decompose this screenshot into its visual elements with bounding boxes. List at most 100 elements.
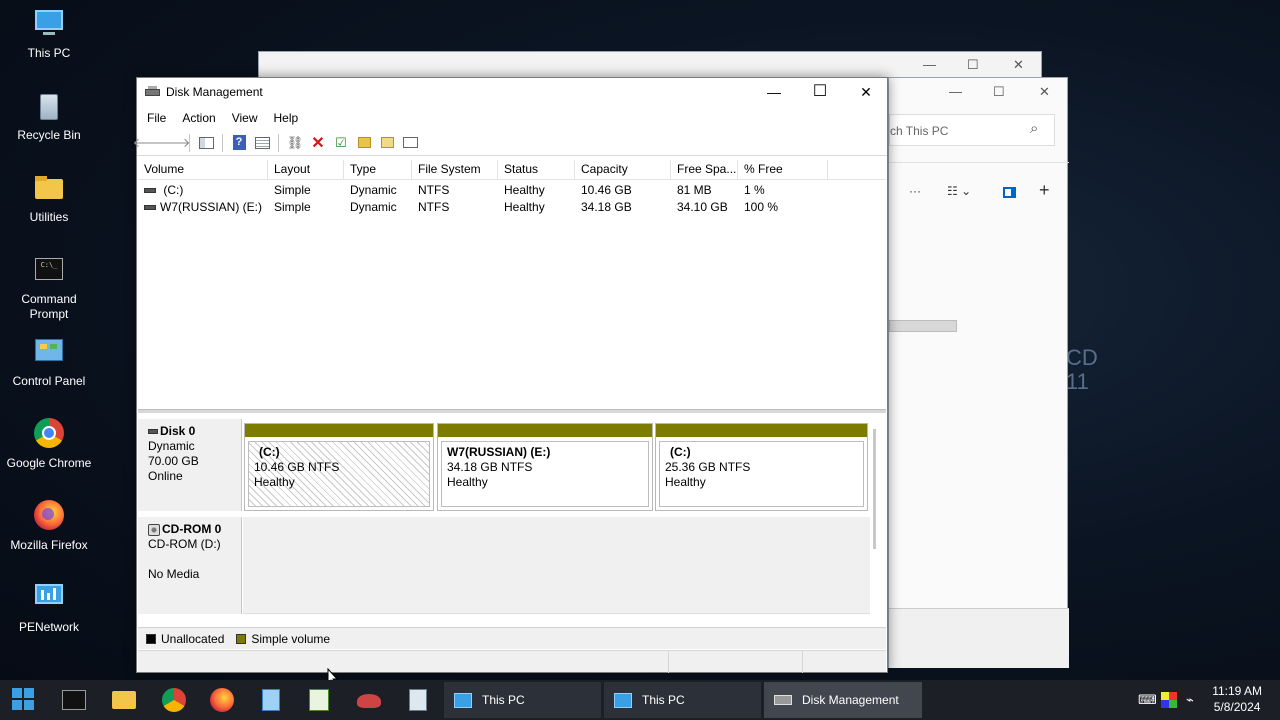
settings-list-icon[interactable]: [401, 134, 419, 152]
maximize-icon[interactable]: ☐: [967, 57, 979, 73]
search-folder-icon[interactable]: [378, 134, 396, 152]
desktop-icon-label: This PC: [27, 46, 71, 60]
menu-view[interactable]: View: [224, 111, 266, 125]
properties-icon[interactable]: [253, 134, 271, 152]
check-icon[interactable]: ☑: [332, 134, 350, 152]
task-label: This PC: [642, 693, 685, 707]
firefox-icon: [32, 500, 66, 534]
taskbar-task-disk-management[interactable]: Disk Management: [764, 682, 922, 718]
wallpaper-text-line2: 11: [1066, 369, 1089, 394]
close-button[interactable]: ✕: [843, 78, 889, 106]
more-options-icon[interactable]: ···: [909, 184, 921, 198]
cdrom-drive: CD-ROM (D:): [148, 537, 221, 551]
desktop-icon-this-pc[interactable]: This PC: [4, 8, 94, 61]
menu-file[interactable]: File: [139, 111, 174, 125]
new-tab-icon[interactable]: +: [1039, 180, 1050, 201]
window-title: Disk Management: [166, 85, 263, 99]
column-percent-free[interactable]: % Free: [738, 160, 828, 180]
disk-0-label[interactable]: Disk 0 Dynamic 70.00 GB Online: [138, 419, 242, 511]
clock-date: 5/8/2024: [1213, 700, 1261, 714]
connect-drive-icon[interactable]: ⛓: [286, 134, 304, 152]
volume-icon: [144, 188, 156, 194]
partition-status: Healthy: [254, 475, 295, 489]
help-icon[interactable]: ?: [230, 134, 248, 152]
search-icon: ⌕: [1030, 120, 1039, 137]
details-pane-icon[interactable]: [1003, 187, 1016, 198]
folder-icon: [112, 691, 136, 709]
search-box[interactable]: ch This PC ⌕: [889, 114, 1055, 146]
taskbar-command-prompt[interactable]: [60, 686, 88, 714]
volume-row[interactable]: W7(RUSSIAN) (E:) Simple Dynamic NTFS Hea…: [138, 199, 886, 216]
desktop-icon-command-prompt[interactable]: C:\_ Command Prompt: [4, 254, 94, 322]
taskbar-notepad[interactable]: [257, 686, 285, 714]
system-clock[interactable]: 11:19 AM 5/8/2024: [1212, 683, 1262, 715]
disk-0-name: Disk 0: [160, 424, 196, 438]
partition-c-2[interactable]: (C:) 25.36 GB NTFS Healthy: [655, 423, 868, 511]
background-window-this-pc-2[interactable]: — ☐ ✕ ch This PC ⌕ ··· ☷ ⌄ +: [888, 77, 1069, 668]
maximize-icon[interactable]: ☐: [993, 84, 1005, 100]
menu-action[interactable]: Action: [174, 111, 223, 125]
minimize-icon[interactable]: —: [923, 57, 936, 72]
column-layout[interactable]: Layout: [268, 160, 344, 180]
minimize-button[interactable]: —: [751, 78, 797, 106]
column-volume[interactable]: Volume: [138, 160, 268, 180]
column-free-space[interactable]: Free Spa...: [671, 160, 738, 180]
delete-icon[interactable]: ✕: [309, 134, 327, 152]
volume-capacity: 34.18 GB: [581, 200, 632, 214]
partition-size: 10.46 GB NTFS: [254, 460, 340, 474]
disk-management-icon: [774, 695, 792, 705]
legend: Unallocated Simple volume: [138, 627, 886, 649]
taskbar-chrome[interactable]: [160, 686, 188, 714]
taskbar-task-this-pc-1[interactable]: This PC: [444, 682, 601, 718]
partition-status: Healthy: [447, 475, 488, 489]
show-hide-console-tree-icon[interactable]: [197, 134, 215, 152]
desktop-icon-control-panel[interactable]: Control Panel: [4, 336, 94, 389]
new-folder-icon[interactable]: [355, 134, 373, 152]
desktop-icon-firefox[interactable]: Mozilla Firefox: [4, 500, 94, 553]
volume-row[interactable]: (C:) Simple Dynamic NTFS Healthy 10.46 G…: [138, 182, 886, 199]
cdrom-0-label[interactable]: CD-ROM 0 CD-ROM (D:) No Media: [138, 517, 242, 614]
minimize-icon[interactable]: —: [949, 84, 962, 99]
tray-color-icon[interactable]: [1161, 692, 1177, 708]
volume-free-space: 34.10 GB: [677, 200, 728, 214]
taskbar-firefox[interactable]: [208, 686, 236, 714]
desktop-icon-penetwork[interactable]: PENetwork: [4, 582, 94, 635]
forward-icon[interactable]: 🡒: [156, 134, 191, 152]
volume-status: Healthy: [504, 200, 545, 214]
taskbar-file-explorer[interactable]: [110, 686, 138, 714]
tray-network-icon[interactable]: ⌨: [1138, 692, 1157, 708]
desktop-icon-recycle-bin[interactable]: Recycle Bin: [4, 90, 94, 143]
chrome-icon: [162, 688, 186, 712]
desktop-icon-utilities[interactable]: Utilities: [4, 172, 94, 225]
disk-graphical-view: Disk 0 Dynamic 70.00 GB Online (C:) 10.4…: [138, 413, 886, 625]
chrome-icon: [32, 418, 66, 452]
vertical-scrollbar[interactable]: [873, 429, 876, 549]
column-file-system[interactable]: File System: [412, 160, 498, 180]
close-icon[interactable]: ✕: [1013, 57, 1024, 73]
tray-connection-icon[interactable]: ⌁: [1186, 692, 1202, 708]
partition-size: 25.36 GB NTFS: [665, 460, 751, 474]
volume-free-space: 81 MB: [677, 183, 712, 197]
search-input[interactable]: ch This PC: [890, 124, 948, 138]
partition-c-1[interactable]: (C:) 10.46 GB NTFS Healthy: [244, 423, 434, 511]
menu-help[interactable]: Help: [266, 111, 307, 125]
column-type[interactable]: Type: [344, 160, 412, 180]
taskbar-network-tool[interactable]: [355, 686, 383, 714]
volume-type: Dynamic: [350, 183, 397, 197]
taskbar: This PC This PC Disk Management ⌨ ⌁ 11:1…: [0, 680, 1280, 720]
taskbar-calculator[interactable]: [404, 686, 432, 714]
column-status[interactable]: Status: [498, 160, 575, 180]
title-bar[interactable]: Disk Management — ☐ ✕: [137, 78, 887, 106]
desktop-icon-chrome[interactable]: Google Chrome: [4, 418, 94, 471]
taskbar-task-this-pc-2[interactable]: This PC: [604, 682, 761, 718]
partition-e[interactable]: W7(RUSSIAN) (E:) 34.18 GB NTFS Healthy: [437, 423, 653, 511]
view-options-icon[interactable]: ☷ ⌄: [947, 184, 971, 198]
disk-0-size: 70.00 GB: [148, 454, 199, 468]
unallocated-swatch: [146, 633, 156, 644]
column-capacity[interactable]: Capacity: [575, 160, 671, 180]
taskbar-resource-monitor[interactable]: [305, 686, 333, 714]
start-button[interactable]: [10, 686, 38, 714]
close-icon[interactable]: ✕: [1039, 84, 1050, 100]
maximize-button[interactable]: ☐: [797, 78, 843, 106]
disk-management-window[interactable]: Disk Management — ☐ ✕ File Action View H…: [133, 77, 888, 673]
